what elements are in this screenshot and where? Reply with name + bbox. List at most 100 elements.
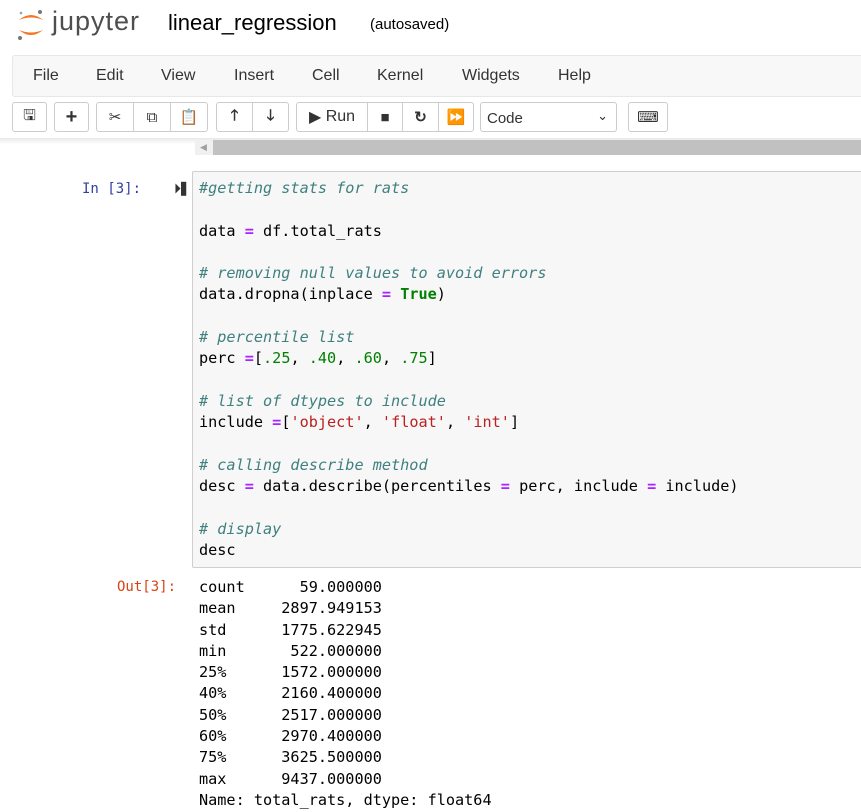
notebook-title[interactable]: linear_regression [168, 10, 337, 36]
code-token: , [290, 349, 309, 368]
code-token: desc [199, 541, 236, 560]
code-line: # display [199, 519, 739, 540]
arrow-down-icon: 🡓 [266, 106, 275, 124]
menu-cell[interactable]: Cell [312, 67, 340, 85]
cell-type-select[interactable]: Code ⌄ [480, 102, 617, 132]
menu-view[interactable]: View [161, 67, 195, 85]
menu-widgets[interactable]: Widgets [462, 67, 520, 85]
stop-icon: ■ [380, 108, 390, 126]
code-line: # percentile list [199, 327, 739, 348]
jupyter-logo-icon[interactable] [16, 8, 46, 42]
code-token: df.total_rats [253, 221, 382, 240]
keyboard-icon: ⌨ [637, 109, 659, 126]
move-down-button[interactable]: 🡓 [252, 102, 289, 132]
menu-kernel[interactable]: Kernel [377, 67, 423, 85]
toolbar: 🖫 + ✂ ⧉ 📋 🡑 🡓 ▶ Run ■ ↻ ⏩ Code ⌄ ⌨ [0, 102, 861, 134]
run-button[interactable]: ▶ Run [296, 102, 368, 132]
code-token: ] [509, 413, 520, 432]
cell-output: count 59.000000 mean 2897.949153 std 1775.… [199, 577, 492, 811]
horizontal-scrollbar[interactable]: ◀ [195, 140, 861, 155]
interrupt-button[interactable]: ■ [367, 102, 403, 132]
code-token: data [199, 221, 245, 240]
output-prompt: Out[3]: [117, 579, 177, 595]
save-icon: 🖫 [23, 106, 36, 124]
code-line: desc = data.describe(percentiles = perc,… [199, 476, 739, 497]
output-line: count 59.000000 [199, 578, 382, 596]
menu-file[interactable]: File [33, 67, 59, 85]
menubar: File Edit View Insert Cell Kernel Widget… [12, 55, 861, 97]
code-token: # calling describe method [199, 455, 428, 474]
code-token: .25 [263, 349, 291, 368]
scrollbar-thumb[interactable] [213, 140, 861, 155]
code-token: # removing null values to avoid errors [199, 264, 547, 283]
play-icon: ▶ [308, 109, 326, 126]
restart-run-all-button[interactable]: ⏩ [438, 102, 474, 132]
code-token: ] [427, 349, 437, 368]
code-token: # percentile list [199, 328, 355, 347]
code-token: 'int' [464, 413, 510, 432]
code-line: data = df.total_rats [199, 221, 739, 242]
insert-cell-button[interactable]: + [54, 102, 89, 132]
restart-icon: ↻ [414, 109, 427, 126]
output-line: std 1775.622945 [199, 620, 382, 639]
output-line: Name: total_rats, dtype: float64 [199, 790, 492, 809]
chevron-down-icon: ⌄ [597, 108, 608, 123]
code-token: .75 [400, 349, 428, 368]
code-token: = [500, 477, 510, 496]
code-token: 'object' [290, 413, 364, 432]
code-token: # list of dtypes to include [199, 391, 446, 410]
code-line: # calling describe method [199, 455, 739, 476]
output-line: 60% 2970.400000 [199, 727, 382, 746]
code-token: include [199, 413, 273, 432]
code-token: 'float' [381, 413, 446, 432]
cut-button[interactable]: ✂ [96, 102, 134, 132]
code-token: .40 [308, 349, 337, 368]
brand-name: jupyter [52, 6, 141, 36]
code-token: = [244, 477, 254, 496]
menu-insert[interactable]: Insert [234, 67, 274, 85]
copy-button[interactable]: ⧉ [133, 102, 171, 132]
code-line: desc [199, 540, 739, 561]
command-palette-button[interactable]: ⌨ [628, 102, 668, 132]
cell-type-value: Code [487, 110, 523, 127]
code-token: [ [253, 349, 264, 368]
code-token: perc [199, 349, 245, 368]
output-line: 50% 2517.000000 [199, 705, 382, 724]
code-line: perc =[.25, .40, .60, .75] [199, 348, 739, 369]
code-editor[interactable]: #getting stats for rats data = df.total_… [199, 178, 739, 561]
arrow-up-icon: 🡑 [230, 106, 239, 124]
code-token: #getting stats for rats [199, 179, 410, 197]
menu-edit[interactable]: Edit [96, 67, 124, 85]
code-token: , [445, 413, 465, 432]
code-line: # list of dtypes to include [199, 391, 739, 412]
code-token: = [244, 349, 254, 368]
save-button[interactable]: 🖫 [12, 102, 47, 132]
cut-icon: ✂ [108, 109, 122, 126]
move-up-button[interactable]: 🡑 [216, 102, 253, 132]
code-token: include) [656, 477, 739, 496]
code-token: .60 [354, 349, 382, 368]
paste-icon: 📋 [179, 109, 199, 126]
code-line: #getting stats for rats [199, 178, 739, 199]
paste-button[interactable]: 📋 [170, 102, 208, 132]
code-token: data.dropna(inplace [199, 285, 382, 304]
output-line: 40% 2160.400000 [199, 684, 382, 703]
code-line: data.dropna(inplace = True) [199, 284, 739, 305]
code-token: = [244, 221, 254, 240]
code-token: data.describe(percentiles [253, 477, 501, 496]
output-line: 75% 3625.500000 [199, 748, 382, 767]
menu-help[interactable]: Help [558, 67, 591, 85]
scroll-left-icon[interactable]: ◀ [200, 140, 207, 155]
code-token: perc, include [509, 477, 648, 496]
code-token: # display [199, 519, 282, 538]
code-token: , [381, 349, 401, 368]
output-line: 25% 1572.000000 [199, 663, 382, 682]
copy-icon: ⧉ [146, 108, 158, 126]
restart-button[interactable]: ↻ [402, 102, 439, 132]
code-token: True [400, 285, 437, 304]
